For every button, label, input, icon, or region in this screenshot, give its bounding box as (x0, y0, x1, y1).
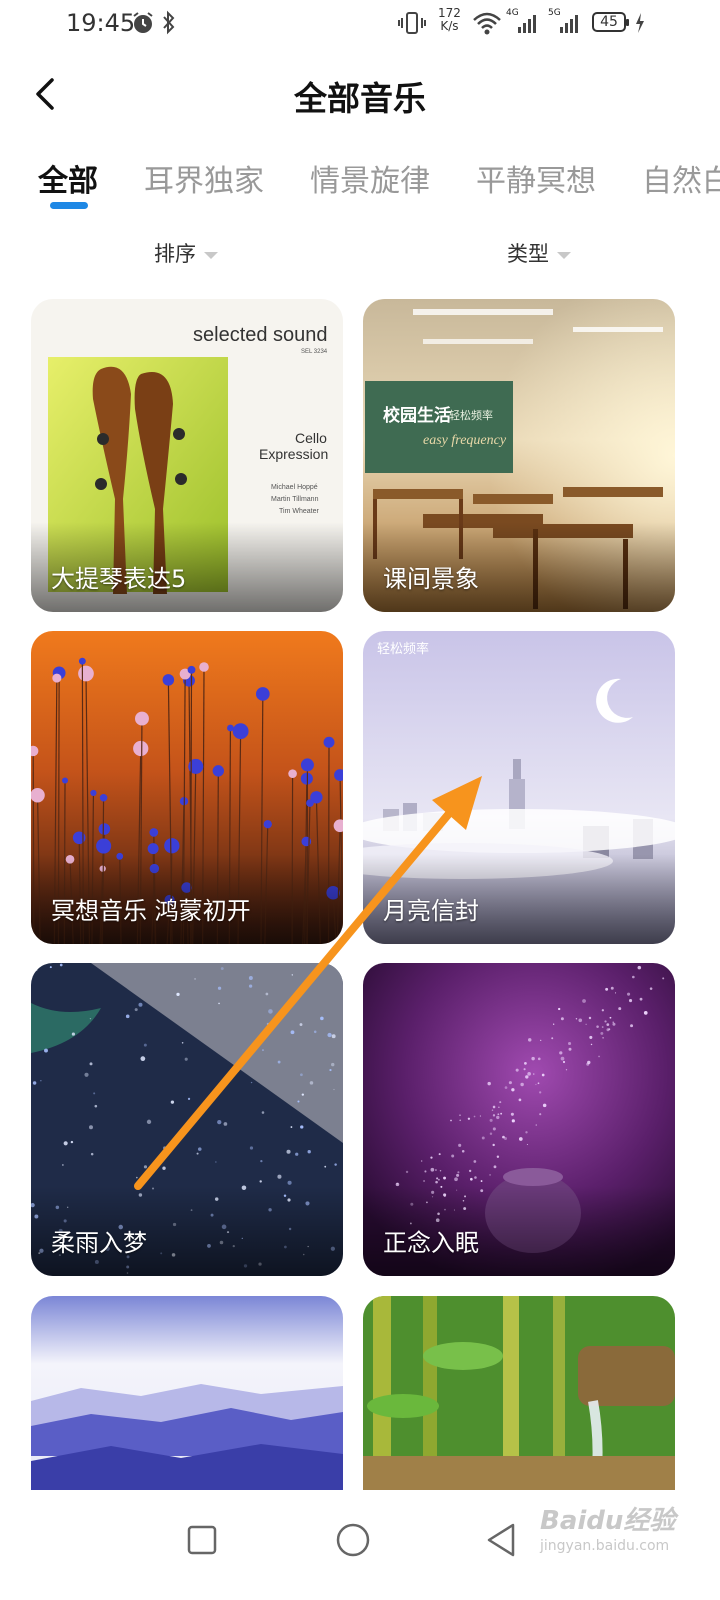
mountain-mist-art (31, 1296, 343, 1490)
album-art-text: easy frequency (423, 433, 507, 448)
circle-icon (336, 1523, 370, 1557)
tab-exclusive[interactable]: 耳界独家 (144, 156, 264, 200)
music-card-rain[interactable]: 柔雨入梦 (31, 963, 343, 1276)
vibrate-icon (398, 10, 426, 36)
signal-5g-icon: 5G (548, 8, 582, 36)
album-art-text: SEL 3234 (301, 349, 328, 355)
album-art-text: 轻松频率 (377, 641, 429, 657)
system-nav-bar: Baidu经验 jingyan.baidu.com (0, 1490, 720, 1600)
signal-5g-label: 5G (548, 8, 561, 18)
bamboo-water-art (363, 1296, 675, 1490)
album-art-text: selected sound (193, 324, 328, 346)
music-card-bamboo[interactable] (363, 1296, 675, 1490)
triangle-back-icon (487, 1523, 515, 1557)
card-title: 大提琴表达5 (51, 565, 187, 593)
wifi-icon (472, 10, 502, 36)
tab-nature[interactable]: 自然白噪 (642, 156, 720, 200)
signal-4g-label: 4G (506, 8, 519, 18)
card-title: 课间景象 (383, 565, 479, 593)
back-nav-button[interactable] (470, 1510, 530, 1570)
music-card-sleep[interactable]: 正念入眠 (363, 963, 675, 1276)
charging-icon (634, 10, 646, 36)
baidu-watermark-url: jingyan.baidu.com (540, 1538, 670, 1554)
card-title: 柔雨入梦 (51, 1229, 147, 1257)
battery-indicator: 45 (592, 12, 629, 32)
signal-4g-icon: 4G (506, 8, 540, 36)
home-button[interactable] (323, 1510, 383, 1570)
card-title: 月亮信封 (383, 897, 479, 925)
net-speed-unit: K/s (440, 19, 459, 33)
baidu-watermark: Baidu经验 (540, 1506, 676, 1536)
alarm-icon (130, 10, 156, 36)
music-card-moon[interactable]: 轻松频率 月亮信封 (363, 631, 675, 944)
album-art-text: Cello (295, 430, 327, 446)
caret-down-icon (557, 251, 571, 259)
album-art-text: Tim Wheater (279, 508, 319, 515)
card-title: 冥想音乐 鸿蒙初开 (51, 897, 251, 925)
status-bar: 19:45 172 K/s 4G 5G 45 (0, 0, 720, 48)
music-card-classroom[interactable]: 校园生活 轻松频率 easy frequency 课间景象 (363, 299, 675, 612)
page-title: 全部音乐 (294, 79, 426, 118)
square-icon (187, 1525, 217, 1555)
status-time: 19:45 (66, 9, 136, 37)
album-art-text: 校园生活 (383, 405, 451, 426)
music-card-cello[interactable]: selected sound SEL 3234 Cello Expression… (31, 299, 343, 612)
music-card-meditation[interactable]: 冥想音乐 鸿蒙初开 (31, 631, 343, 944)
album-art-text: Martin Tillmann (271, 496, 319, 503)
tab-indicator (50, 202, 88, 209)
tab-all[interactable]: 全部 (38, 156, 98, 200)
type-label: 类型 (507, 242, 549, 266)
sort-dropdown[interactable]: 排序 (154, 238, 218, 268)
network-speed: 172 K/s (438, 7, 461, 33)
recents-button[interactable] (172, 1510, 232, 1570)
caret-down-icon (204, 251, 218, 259)
card-title: 正念入眠 (383, 1229, 479, 1257)
album-art-text: Michael Hoppé (271, 484, 318, 491)
tab-meditation[interactable]: 平静冥想 (476, 156, 596, 200)
tab-scene[interactable]: 情景旋律 (310, 156, 430, 200)
bluetooth-icon (160, 10, 178, 36)
sort-label: 排序 (154, 242, 196, 266)
album-art-text: Expression (259, 446, 328, 462)
category-tabs: 全部 耳界独家 情景旋律 平静冥想 自然白噪 (0, 148, 720, 218)
album-art-text: 轻松频率 (449, 408, 493, 422)
music-card-mountains[interactable] (31, 1296, 343, 1490)
type-dropdown[interactable]: 类型 (507, 238, 571, 268)
